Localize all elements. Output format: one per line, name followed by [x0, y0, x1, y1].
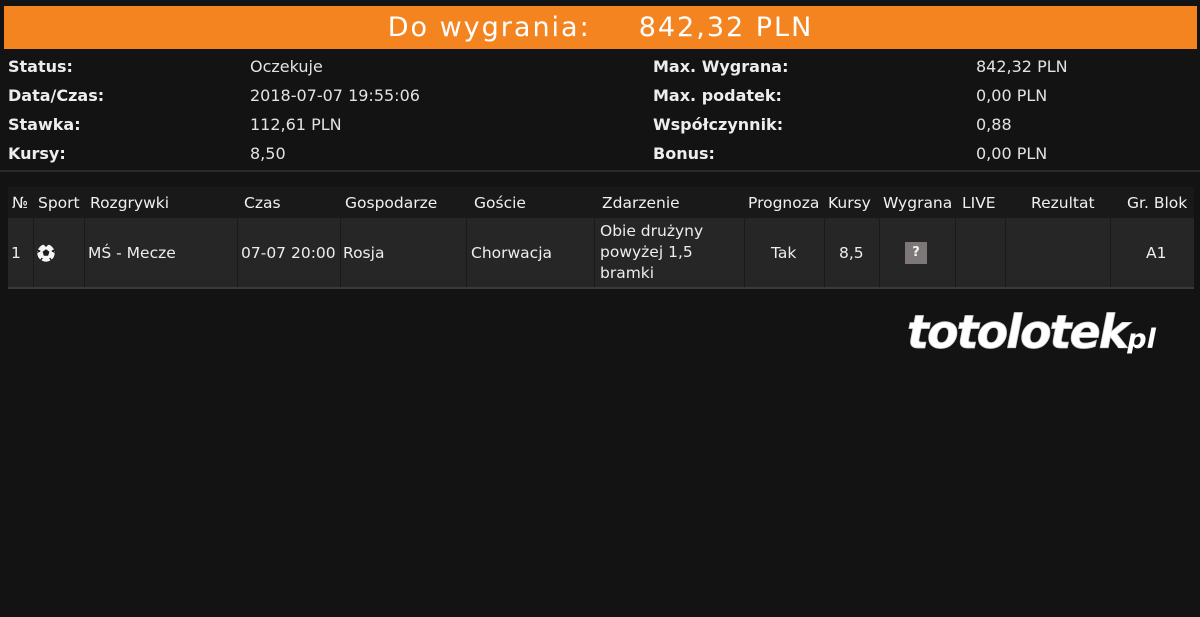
col-header-win: Wygrana: [883, 194, 953, 212]
event-cell: Obie drużyny powyżej 1,5 bramki: [600, 218, 740, 287]
bonus-label: Bonus:: [653, 144, 715, 163]
column-separator: [1005, 218, 1006, 287]
event-text: Obie drużyny powyżej 1,5 bramki: [600, 222, 704, 282]
column-separator: [84, 218, 85, 287]
status-value: Oczekuje: [250, 57, 323, 76]
col-header-competition: Rozgrywki: [90, 194, 170, 212]
odds-cell: 8,5: [839, 243, 864, 262]
max-tax-label: Max. podatek:: [653, 86, 782, 105]
potential-win-label: Do wygrania:: [387, 12, 591, 43]
col-header-time: Czas: [244, 194, 281, 212]
odds-label: Kursy:: [8, 144, 66, 163]
max-win-value: 842,32 PLN: [976, 57, 1068, 76]
col-header-home: Gospodarze: [345, 194, 438, 212]
column-separator: [33, 218, 34, 287]
svg-text:.pl: .pl: [1117, 324, 1157, 355]
status-label: Status:: [8, 57, 73, 76]
stake-value: 112,61 PLN: [250, 115, 342, 134]
unknown-status-badge: ?: [905, 241, 927, 264]
col-header-live: LIVE: [962, 194, 996, 212]
soccer-ball-icon: [36, 218, 56, 287]
away-team-cell: Chorwacja: [471, 243, 553, 262]
col-header-prediction: Prognoza: [748, 194, 820, 212]
column-separator: [824, 218, 825, 287]
column-separator: [879, 218, 880, 287]
odds-value: 8,50: [250, 144, 286, 163]
row-number: 1: [11, 243, 21, 262]
coefficient-value: 0,88: [976, 115, 1012, 134]
competition-cell: MŚ - Mecze: [88, 243, 176, 262]
col-header-result: Rezultat: [1031, 194, 1095, 212]
group-block-cell: A1: [1146, 243, 1167, 262]
max-tax-value: 0,00 PLN: [976, 86, 1048, 105]
selections-table: № Sport Rozgrywki Czas Gospodarze Goście…: [8, 187, 1194, 289]
section-divider: [0, 170, 1200, 172]
home-team-cell: Rosja: [343, 243, 385, 262]
col-header-odds: Kursy: [828, 194, 871, 212]
column-separator: [594, 218, 595, 287]
column-separator: [466, 218, 467, 287]
svg-text:totolotek: totolotek: [907, 305, 1132, 359]
bonus-value: 0,00 PLN: [976, 144, 1048, 163]
column-separator: [744, 218, 745, 287]
col-header-event: Zdarzenie: [602, 194, 680, 212]
column-separator: [340, 218, 341, 287]
bet-summary: Status: Oczekuje Data/Czas: 2018-07-07 1…: [0, 52, 1200, 168]
max-win-label: Max. Wygrana:: [653, 57, 789, 76]
prediction-cell: Tak: [771, 243, 797, 262]
datetime-label: Data/Czas:: [8, 86, 105, 105]
datetime-value: 2018-07-07 19:55:06: [250, 86, 420, 105]
potential-win-banner: Do wygrania: 842,32 PLN: [4, 6, 1197, 49]
coefficient-label: Współczynnik:: [653, 115, 784, 134]
column-separator: [1110, 218, 1111, 287]
win-status-cell: ?: [905, 218, 927, 287]
stake-label: Stawka:: [8, 115, 81, 134]
col-header-away: Goście: [474, 194, 526, 212]
column-separator: [237, 218, 238, 287]
potential-win-amount: 842,32 PLN: [638, 12, 814, 43]
bet-details-panel: Do wygrania: 842,32 PLN Status: Oczekuje …: [0, 0, 1200, 617]
time-cell: 07-07 20:00: [241, 243, 336, 262]
table-row[interactable]: 1 MŚ - Mecze 07-07 20:00 Rosja Chorwacja…: [8, 218, 1194, 289]
col-header-group-block: Gr. Blok: [1127, 194, 1188, 212]
totolotek-logo: totolotek .pl: [905, 300, 1180, 360]
col-header-number: №: [12, 194, 29, 212]
col-header-sport: Sport: [38, 194, 80, 212]
table-header: № Sport Rozgrywki Czas Gospodarze Goście…: [8, 187, 1194, 218]
column-separator: [955, 218, 956, 287]
